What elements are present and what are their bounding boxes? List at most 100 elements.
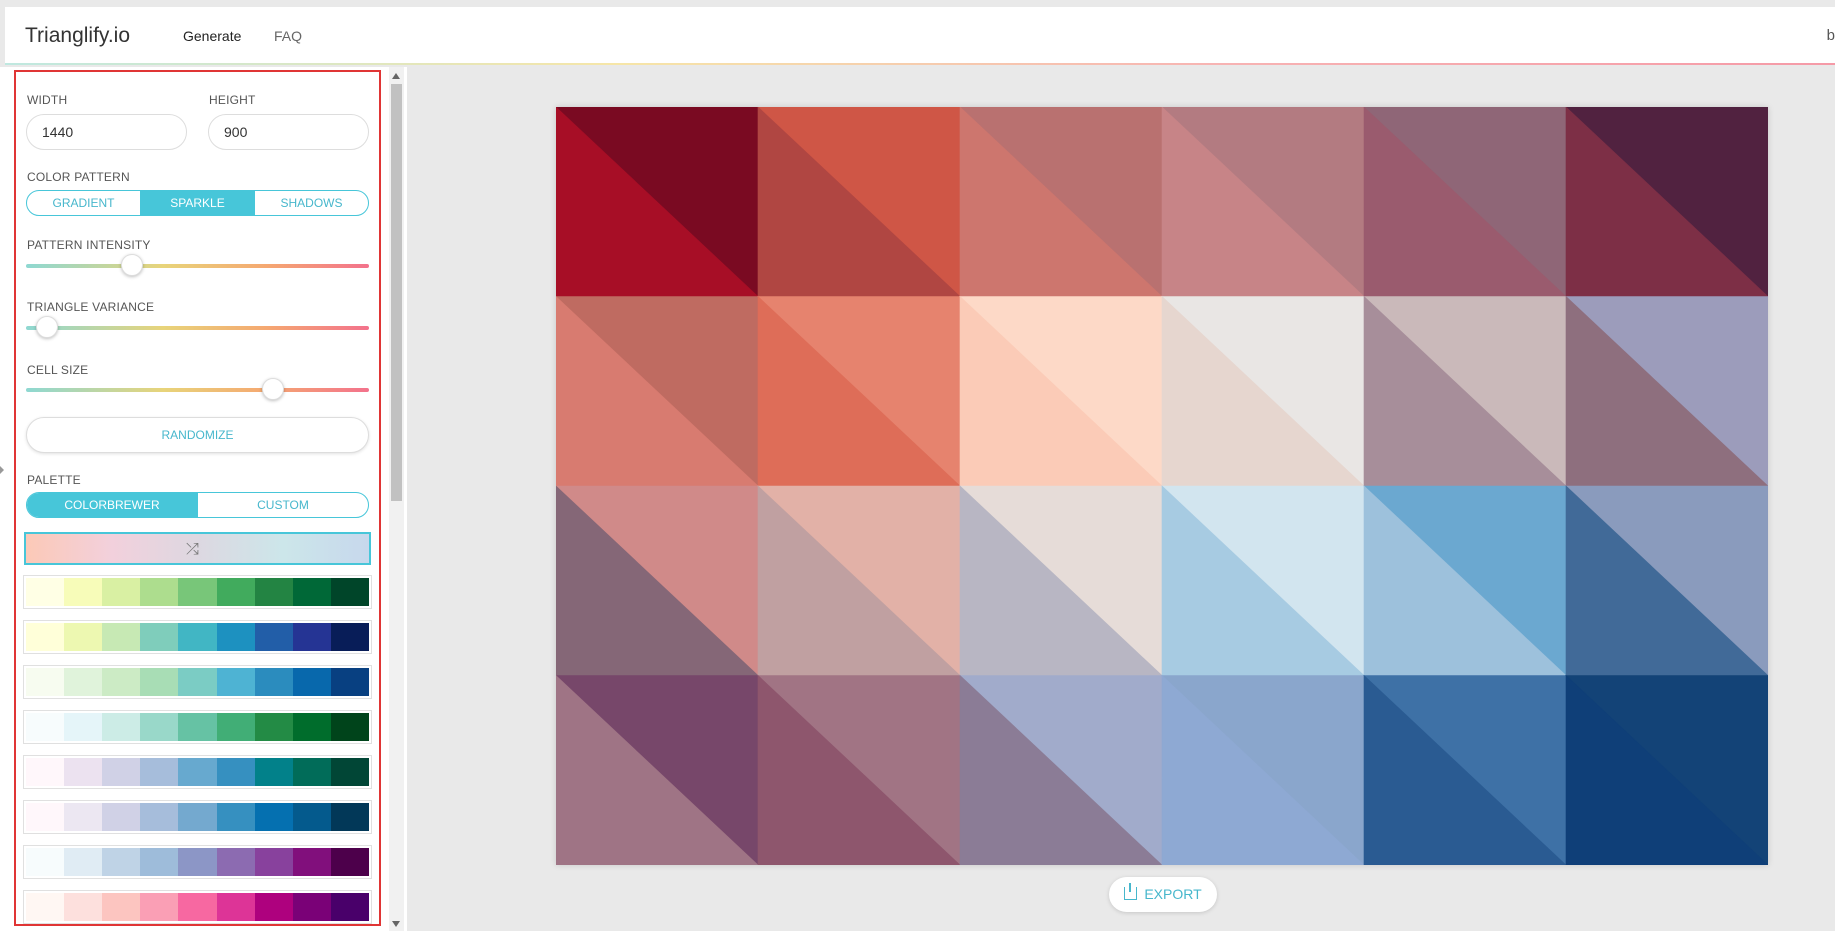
palette-swatch: [140, 848, 179, 876]
scroll-up-arrow-icon[interactable]: [392, 73, 400, 79]
palette-swatch: [178, 893, 217, 921]
palette-swatch: [64, 623, 103, 651]
palette-swatch: [26, 578, 65, 606]
cell-size-slider[interactable]: [26, 378, 369, 400]
palette-swatch: [64, 713, 103, 741]
palette-swatch: [26, 803, 65, 831]
palette-swatch: [140, 803, 179, 831]
scrollbar-thumb[interactable]: [391, 84, 402, 501]
height-input[interactable]: 900: [208, 114, 369, 150]
palette-swatch: [64, 803, 103, 831]
color-pattern-sparkle-button[interactable]: SPARKLE: [141, 191, 255, 215]
palette-swatch: [140, 893, 179, 921]
pattern-preview-svg: [556, 107, 1768, 865]
palette-label: PALETTE: [27, 473, 81, 487]
palette-swatch: [292, 578, 331, 606]
brand-logo[interactable]: Trianglify.io: [25, 24, 130, 48]
palette-swatch: [254, 848, 293, 876]
palette-swatch: [292, 758, 331, 786]
palette-swatch: [254, 578, 293, 606]
palette-option[interactable]: [24, 576, 371, 608]
palette-swatch: [178, 623, 217, 651]
palette-swatch: [330, 668, 369, 696]
triangle-variance-label: TRIANGLE VARIANCE: [27, 300, 155, 314]
color-pattern-gradient-button[interactable]: GRADIENT: [27, 191, 141, 215]
export-icon: [1124, 883, 1138, 900]
palette-swatch: [64, 578, 103, 606]
palette-swatch: [330, 623, 369, 651]
palette-swatch: [102, 668, 141, 696]
palette-swatch: [216, 713, 255, 741]
palette-swatch: [26, 668, 65, 696]
palette-option[interactable]: [24, 891, 371, 923]
shuffle-icon[interactable]: ⤮: [186, 541, 199, 559]
palette-swatch: [102, 578, 141, 606]
palette-source-toggle: COLORBREWER CUSTOM: [26, 492, 369, 518]
palette-swatch: [292, 893, 331, 921]
palette-swatch: [216, 623, 255, 651]
palette-swatch: [140, 623, 179, 651]
palette-colorbrewer-tab[interactable]: COLORBREWER: [27, 493, 198, 517]
pattern-intensity-label: PATTERN INTENSITY: [27, 238, 151, 252]
selected-palette-preview[interactable]: ⤮: [24, 532, 371, 565]
nav-link-generate[interactable]: Generate: [183, 28, 241, 44]
palette-swatch: [64, 668, 103, 696]
palette-swatch: [292, 623, 331, 651]
palette-swatch: [330, 758, 369, 786]
palette-option[interactable]: [24, 846, 371, 878]
palette-swatch: [102, 848, 141, 876]
palette-swatch: [216, 668, 255, 696]
nav-link-faq[interactable]: FAQ: [274, 28, 302, 44]
palette-swatch: [292, 668, 331, 696]
palette-swatch: [330, 713, 369, 741]
color-pattern-shadows-button[interactable]: SHADOWS: [255, 191, 368, 215]
palette-swatch: [178, 758, 217, 786]
palette-swatch: [26, 893, 65, 921]
width-input[interactable]: 1440: [26, 114, 187, 150]
palette-option[interactable]: [24, 666, 371, 698]
palette-swatch: [178, 713, 217, 741]
palette-option[interactable]: [24, 801, 371, 833]
randomize-button[interactable]: RANDOMIZE: [26, 417, 369, 453]
palette-swatch: [330, 578, 369, 606]
palette-swatch: [26, 848, 65, 876]
palette-option[interactable]: [24, 621, 371, 653]
palette-swatch: [26, 623, 65, 651]
palette-swatch: [140, 713, 179, 741]
palette-swatch: [216, 893, 255, 921]
palette-option[interactable]: [24, 756, 371, 788]
palette-swatch: [254, 758, 293, 786]
palette-swatch: [102, 713, 141, 741]
cell-size-thumb[interactable]: [261, 378, 284, 400]
palette-swatch: [330, 848, 369, 876]
palette-swatch: [140, 668, 179, 696]
scroll-down-arrow-icon[interactable]: [392, 921, 400, 927]
pattern-intensity-slider[interactable]: [26, 254, 369, 276]
palette-swatch: [330, 803, 369, 831]
palette-swatch: [102, 758, 141, 786]
palette-swatch: [26, 758, 65, 786]
triangle-variance-slider[interactable]: [26, 316, 369, 338]
export-label: EXPORT: [1144, 886, 1202, 902]
palette-swatch: [26, 713, 65, 741]
palette-swatch: [140, 758, 179, 786]
palette-swatch: [178, 668, 217, 696]
palette-swatch: [178, 803, 217, 831]
sidebar-scrollbar[interactable]: [389, 67, 404, 931]
palette-swatch: [292, 803, 331, 831]
palette-swatch: [216, 578, 255, 606]
collapse-arrow-icon[interactable]: [0, 466, 4, 474]
palette-swatch: [178, 848, 217, 876]
palette-swatch: [216, 848, 255, 876]
triangle-variance-thumb[interactable]: [35, 316, 58, 338]
palette-swatch: [254, 668, 293, 696]
palette-swatch: [178, 578, 217, 606]
palette-swatch: [64, 848, 103, 876]
palette-swatch: [254, 713, 293, 741]
palette-option[interactable]: [24, 711, 371, 743]
export-button[interactable]: EXPORT: [1109, 877, 1217, 912]
pattern-intensity-thumb[interactable]: [121, 254, 144, 276]
height-label: HEIGHT: [209, 93, 256, 107]
palette-swatch: [292, 848, 331, 876]
palette-custom-tab[interactable]: CUSTOM: [198, 493, 368, 517]
